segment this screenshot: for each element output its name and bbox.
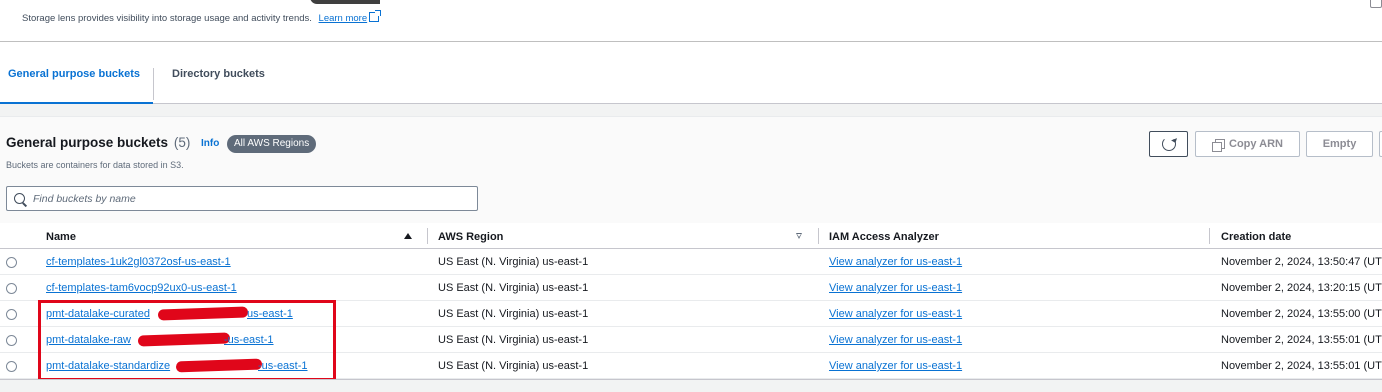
table-row[interactable]: cf-templates-1uk2gl0372osf-us-east-1 US … [0,249,1382,275]
empty-button[interactable]: Empty [1306,131,1373,157]
region-badge: All AWS Regions [227,135,317,153]
bucket-creation-date: November 2, 2024, 13:55:00 (UT [1221,308,1382,320]
bucket-count: (5) [173,135,191,150]
bucket-type-tabs: General purpose buckets Directory bucket… [0,43,1382,105]
annotation-highlight-box [38,300,336,381]
bucket-creation-date: November 2, 2024, 13:55:01 (UT [1221,360,1382,372]
bucket-creation-date: November 2, 2024, 13:50:47 (UT [1221,256,1382,268]
learn-more-link[interactable]: Learn more [318,10,382,24]
storage-lens-description: Storage lens provides visibility into st… [22,10,382,24]
tab-divider [153,68,154,100]
bucket-name-link[interactable]: cf-templates-1uk2gl0372osf-us-east-1 [46,249,231,275]
bucket-region: US East (N. Virginia) us-east-1 [438,308,589,320]
table-row[interactable]: cf-templates-tam6vocp92ux0-us-east-1 US … [0,275,1382,301]
copy-arn-label: Copy ARN [1229,138,1283,150]
row-select-radio[interactable] [6,361,17,372]
column-header-iam-analyzer[interactable]: IAM Access Analyzer [829,223,939,249]
view-analyzer-link[interactable]: View analyzer for us-east-1 [829,327,962,353]
sort-descending-icon[interactable] [796,233,802,239]
bucket-creation-date: November 2, 2024, 13:20:15 (UT [1221,282,1382,294]
search-placeholder: Find buckets by name [33,192,136,205]
copy-arn-button[interactable]: Copy ARN [1195,131,1300,157]
panel-title-text: General purpose buckets [6,135,169,150]
page-title-badge-cropped [310,0,380,4]
row-select-radio[interactable] [6,335,17,346]
view-analyzer-link[interactable]: View analyzer for us-east-1 [829,353,962,379]
page-title-cropped [20,0,380,4]
page-header-strip: Storage lens provides visibility into st… [0,0,1382,42]
search-buckets-input[interactable]: Find buckets by name [6,186,478,211]
column-header-region[interactable]: AWS Region [438,223,503,249]
table-footer-edge [0,379,1382,392]
column-divider[interactable] [427,228,428,244]
external-link-icon [369,10,382,22]
copy-icon [1212,138,1225,152]
row-select-radio[interactable] [6,283,17,294]
view-analyzer-link[interactable]: View analyzer for us-east-1 [829,249,962,275]
bucket-region: US East (N. Virginia) us-east-1 [438,334,589,346]
dismiss-button-cropped[interactable] [1370,0,1382,8]
column-header-name[interactable]: Name [46,223,76,249]
info-link[interactable]: Info [201,138,219,149]
learn-more-label: Learn more [318,13,368,24]
column-header-creation-date[interactable]: Creation date [1221,223,1291,249]
view-analyzer-link[interactable]: View analyzer for us-east-1 [829,275,962,301]
column-divider[interactable] [1209,228,1210,244]
refresh-icon [1161,137,1176,151]
row-select-radio[interactable] [6,309,17,320]
row-select-radio[interactable] [6,257,17,268]
storage-lens-text: Storage lens provides visibility into st… [22,13,312,24]
tab-general-purpose-buckets[interactable]: General purpose buckets [0,43,153,105]
sort-ascending-icon[interactable] [404,233,412,239]
bucket-region: US East (N. Virginia) us-east-1 [438,282,589,294]
panel-title: General purpose buckets (5) [6,135,190,150]
bucket-name-link[interactable]: cf-templates-tam6vocp92ux0-us-east-1 [46,275,237,301]
section-gap [0,104,1382,116]
search-icon [14,193,25,204]
bucket-creation-date: November 2, 2024, 13:55:01 (UT [1221,334,1382,346]
refresh-button[interactable] [1149,131,1188,157]
bucket-region: US East (N. Virginia) us-east-1 [438,360,589,372]
bucket-region: US East (N. Virginia) us-east-1 [438,256,589,268]
panel-description: Buckets are containers for data stored i… [6,160,184,170]
table-header: Name AWS Region IAM Access Analyzer Crea… [0,223,1382,249]
tab-directory-buckets[interactable]: Directory buckets [155,43,285,104]
column-divider[interactable] [818,228,819,244]
view-analyzer-link[interactable]: View analyzer for us-east-1 [829,301,962,327]
